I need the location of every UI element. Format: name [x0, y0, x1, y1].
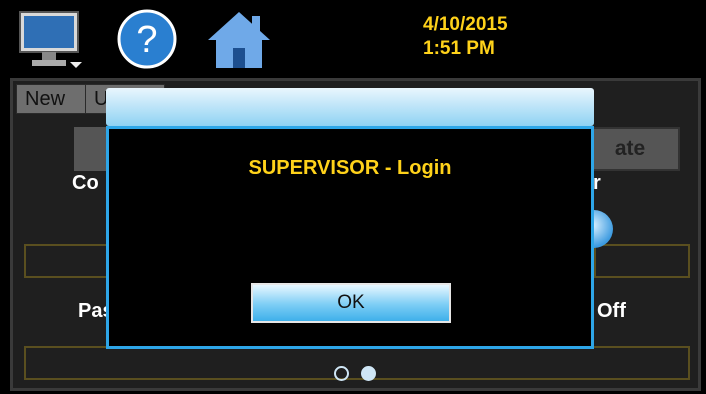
home-icon[interactable] [204, 8, 274, 70]
help-icon[interactable]: ? [114, 8, 180, 70]
bg-row-right [594, 244, 690, 278]
tab-new-label: New [25, 88, 66, 110]
bg-label-right-lower: Off [597, 300, 626, 322]
bg-update-button[interactable]: ate [580, 127, 680, 171]
date-text: 4/10/2015 [423, 14, 508, 35]
bg-label-right-upper: r [593, 172, 601, 194]
tab-new[interactable]: New [16, 84, 86, 114]
page-indicator-1[interactable] [334, 366, 349, 381]
page-indicator-2[interactable] [361, 366, 376, 381]
bg-update-label: ate [614, 137, 646, 160]
top-toolbar: ? 4/10/2015 1:51 PM [0, 0, 706, 76]
svg-text:?: ? [136, 19, 157, 61]
bg-row-left [24, 244, 108, 278]
bg-row-bottom [24, 346, 690, 380]
dialog-titlebar [106, 88, 594, 126]
monitor-icon[interactable] [18, 8, 86, 70]
login-dialog: SUPERVISOR - Login OK [106, 126, 594, 349]
bg-label-left-upper: Co [72, 172, 99, 194]
ok-button[interactable]: OK [251, 283, 451, 323]
date-time-display: 4/10/2015 1:51 PM [423, 13, 508, 61]
dialog-title: SUPERVISOR - Login [248, 157, 452, 179]
time-text: 1:51 PM [423, 38, 495, 59]
